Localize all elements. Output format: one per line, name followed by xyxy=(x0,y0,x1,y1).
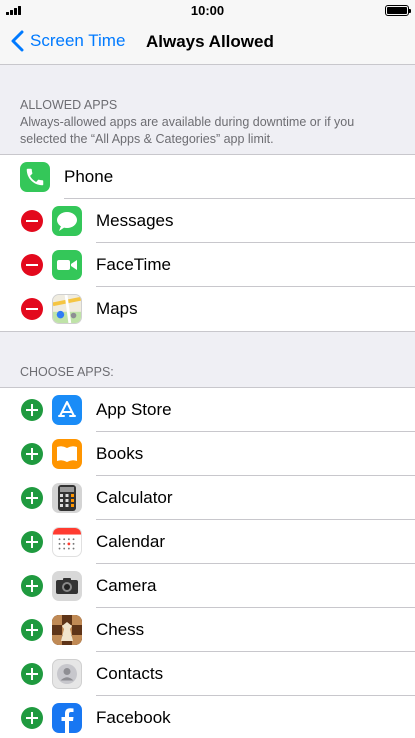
status-time: 10:00 xyxy=(190,3,225,18)
calendar-icon xyxy=(52,527,82,557)
add-button-contacts[interactable] xyxy=(21,663,43,685)
add-button-books[interactable] xyxy=(21,443,43,465)
choose-apps-header: CHOOSE APPS: xyxy=(0,332,415,387)
chevron-left-icon xyxy=(11,30,24,52)
calculator-icon xyxy=(52,483,82,513)
add-button-chess[interactable] xyxy=(21,619,43,641)
status-bar: 10:00 xyxy=(0,0,415,20)
allowed-apps-list: Phone Messages FaceTime Maps xyxy=(0,154,415,332)
allowed-app-row-messages: Messages xyxy=(0,199,415,243)
back-button[interactable]: Screen Time xyxy=(10,29,125,53)
app-label: Calendar xyxy=(96,532,165,551)
remove-button-facetime[interactable] xyxy=(21,254,43,276)
messages-icon xyxy=(52,206,82,236)
choose-app-row-facebook: Facebook xyxy=(0,696,415,738)
maps-icon xyxy=(52,294,82,324)
navigation-bar: Screen Time Always Allowed xyxy=(0,20,415,65)
app-label: Facebook xyxy=(96,708,171,727)
allowed-apps-title: ALLOWED APPS xyxy=(20,98,118,112)
choose-app-row-calendar: Calendar xyxy=(0,520,415,564)
app-label: Chess xyxy=(96,620,145,639)
page-title: Always Allowed xyxy=(146,32,274,51)
allowed-apps-header: ALLOWED APPS Always-allowed apps are ava… xyxy=(0,65,415,154)
add-button-calendar[interactable] xyxy=(21,531,43,553)
choose-app-row-contacts: Contacts xyxy=(0,652,415,696)
add-button-app-store[interactable] xyxy=(21,399,43,421)
choose-apps-list: App Store Books Calculator Calendar Came… xyxy=(0,387,415,738)
back-button-label: Screen Time xyxy=(30,31,126,50)
choose-apps-title: CHOOSE APPS: xyxy=(20,365,114,379)
allowed-apps-description: Always-allowed apps are available during… xyxy=(20,115,355,146)
app-store-icon xyxy=(52,395,82,425)
books-icon xyxy=(52,439,82,469)
allowed-app-row-maps: Maps xyxy=(0,287,415,331)
add-button-facebook[interactable] xyxy=(21,707,43,729)
add-button-camera[interactable] xyxy=(21,575,43,597)
app-label: FaceTime xyxy=(96,255,171,274)
phone-icon xyxy=(20,162,50,192)
contacts-icon xyxy=(52,659,82,689)
battery-icon xyxy=(385,5,411,16)
app-label: App Store xyxy=(96,400,172,419)
remove-button-maps[interactable] xyxy=(21,298,43,320)
app-label: Phone xyxy=(64,167,114,186)
allowed-app-row-facetime: FaceTime xyxy=(0,243,415,287)
remove-button-messages[interactable] xyxy=(21,210,43,232)
app-label: Calculator xyxy=(96,488,173,507)
app-label: Messages xyxy=(96,211,174,230)
facebook-icon xyxy=(52,703,82,733)
choose-app-row-calculator: Calculator xyxy=(0,476,415,520)
choose-app-row-camera: Camera xyxy=(0,564,415,608)
app-label: Camera xyxy=(96,576,157,595)
allowed-app-row-phone: Phone xyxy=(0,155,415,199)
facetime-icon xyxy=(52,250,82,280)
app-label: Contacts xyxy=(96,664,164,683)
app-label: Books xyxy=(96,444,144,463)
app-label: Maps xyxy=(96,299,138,318)
choose-app-row-app-store: App Store xyxy=(0,388,415,432)
chess-icon xyxy=(52,615,82,645)
choose-app-row-books: Books xyxy=(0,432,415,476)
camera-icon xyxy=(52,571,82,601)
add-button-calculator[interactable] xyxy=(21,487,43,509)
choose-app-row-chess: Chess xyxy=(0,608,415,652)
